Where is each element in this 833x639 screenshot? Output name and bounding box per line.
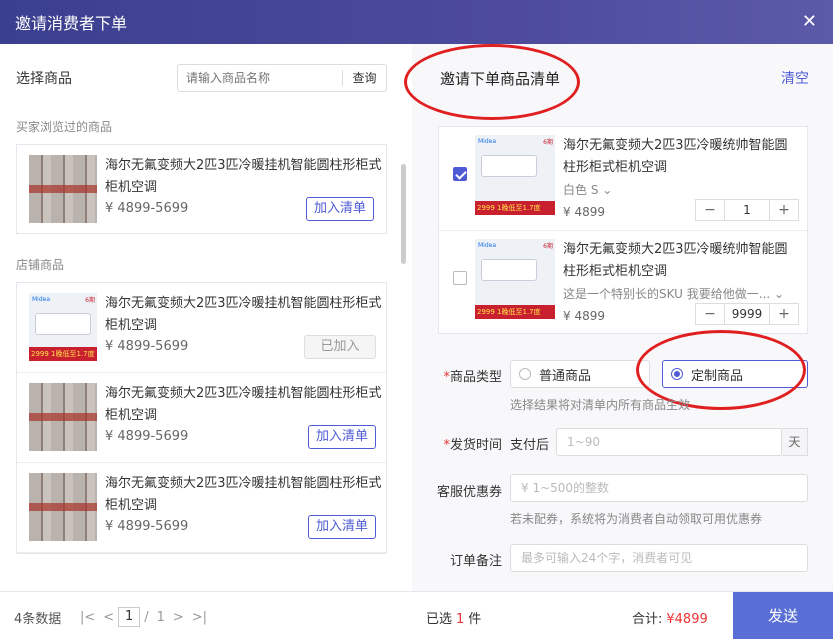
add-to-list-button[interactable]: 加入清单 xyxy=(308,515,376,539)
chevron-down-icon: ⌄ xyxy=(774,287,785,301)
dialog-title: 邀请消费者下单 xyxy=(15,14,128,33)
cart-item-price: ¥ 4899 xyxy=(563,205,605,219)
type-normal-radio[interactable]: 普通商品 xyxy=(510,360,650,388)
selected-count: 已选 1 件 xyxy=(426,612,482,627)
ship-days-input[interactable]: 1~90 xyxy=(556,428,782,456)
type-hint: 选择结果将对清单内所有商品生效 xyxy=(510,398,691,412)
page-total: 1 xyxy=(156,609,165,625)
add-to-list-button[interactable]: 加入清单 xyxy=(308,425,376,449)
browsed-group-label: 买家浏览过的商品 xyxy=(16,120,113,134)
pagination: |< < 1 / 1 > >| xyxy=(76,607,211,627)
product-thumbnail: Midea 6期 2999 1晚低至1.7度 xyxy=(29,293,97,361)
product-thumbnail: Midea 6期 2999 1晚低至1.7度 xyxy=(475,239,555,319)
add-to-list-button[interactable]: 加入清单 xyxy=(306,197,374,221)
invite-list-panel: 邀请下单商品清单 清空 Midea 6期 2999 1晚低至1.7度 海尔无氟变频大… xyxy=(404,44,833,591)
coupon-label: 客服优惠券 xyxy=(436,485,502,500)
ship-unit: 天 xyxy=(782,428,808,456)
browsed-product-card: 海尔无氟变频大2匹3匹冷暖挂机智能圆柱形柜式柜机空调 ¥ 4899-5699 加… xyxy=(16,144,387,234)
increase-button[interactable]: + xyxy=(770,200,798,220)
quantity-stepper: − 9999 + xyxy=(695,303,799,325)
quantity-value[interactable]: 1 xyxy=(724,200,770,220)
last-page-icon[interactable]: >| xyxy=(192,610,207,625)
search-input[interactable] xyxy=(178,65,342,91)
added-button: 已加入 xyxy=(304,335,376,359)
first-page-icon[interactable]: |< xyxy=(80,610,95,625)
select-products-title: 选择商品 xyxy=(16,71,72,87)
prev-page-icon[interactable]: < xyxy=(103,610,114,625)
clear-button[interactable]: 清空 xyxy=(781,68,809,88)
send-button[interactable]: 发送 xyxy=(733,592,833,639)
quantity-stepper: − 1 + xyxy=(695,199,799,221)
sku-select[interactable]: 这是一个特别长的SKU 我要给他做一... ⌄ xyxy=(563,285,799,302)
page-separator: / xyxy=(144,609,149,625)
cart-item-name: 海尔无氟变频大2匹3匹冷暖统帅智能圆柱形柜式柜机空调 xyxy=(563,138,788,175)
type-custom-radio[interactable]: 定制商品 xyxy=(662,360,808,388)
increase-button[interactable]: + xyxy=(770,304,798,324)
product-thumbnail xyxy=(29,155,97,223)
chevron-down-icon: ⌄ xyxy=(602,183,613,197)
product-name: 海尔无氟变频大2匹3匹冷暖挂机智能圆柱形柜式柜机空调 xyxy=(105,476,382,513)
dialog-footer: 4条数据 |< < 1 / 1 > >| 已选 1 件 合计: ¥4899 发送 xyxy=(0,591,833,639)
product-price: ¥ 4899-5699 xyxy=(105,201,189,216)
cart-item: Midea 6期 2999 1晚低至1.7度 海尔无氟变频大2匹3匹冷暖统帅智能圆柱… xyxy=(439,231,807,335)
search-button[interactable]: 查询 xyxy=(342,70,386,86)
scrollbar[interactable] xyxy=(401,164,406,264)
product-type-label: *商品类型 xyxy=(443,370,502,385)
product-search: 查询 xyxy=(177,64,387,92)
decrease-button[interactable]: − xyxy=(696,304,724,324)
invite-list-title: 邀请下单商品清单 xyxy=(440,70,561,88)
dialog-header: 邀请消费者下单 ✕ xyxy=(0,0,833,44)
item-checkbox[interactable] xyxy=(453,167,467,181)
remark-label: 订单备注 xyxy=(449,554,502,569)
record-count: 4条数据 xyxy=(14,612,62,627)
store-product-row: 海尔无氟变频大2匹3匹冷暖挂机智能圆柱形柜式柜机空调 ¥ 4899-5699 加… xyxy=(17,463,386,553)
product-selection-panel: 选择商品 查询 买家浏览过的商品 海尔无氟变频大2匹3匹冷暖挂机智能圆柱形柜式柜… xyxy=(0,44,412,591)
ship-time-label: *发货时间 xyxy=(443,438,502,453)
decrease-button[interactable]: − xyxy=(696,200,724,220)
sku-select[interactable]: 白色 S ⌄ xyxy=(563,181,799,198)
product-name: 海尔无氟变频大2匹3匹冷暖挂机智能圆柱形柜式柜机空调 xyxy=(105,158,382,195)
store-product-row: Midea 6期 2999 1晚低至1.7度 海尔无氟变频大2匹3匹冷暖挂机智能圆柱… xyxy=(17,283,386,373)
cart-item: Midea 6期 2999 1晚低至1.7度 海尔无氟变频大2匹3匹冷暖统帅智能圆柱… xyxy=(439,127,807,231)
store-product-row: 海尔无氟变频大2匹3匹冷暖挂机智能圆柱形柜式柜机空调 ¥ 4899-5699 加… xyxy=(17,373,386,463)
cart-item-name: 海尔无氟变频大2匹3匹冷暖统帅智能圆柱形柜式柜机空调 xyxy=(563,242,788,279)
remark-input[interactable]: 最多可输入24个字，消费者可见 xyxy=(510,544,808,572)
product-name: 海尔无氟变频大2匹3匹冷暖挂机智能圆柱形柜式柜机空调 xyxy=(105,296,382,333)
total-amount: 合计: ¥4899 xyxy=(632,612,708,627)
next-page-icon[interactable]: > xyxy=(173,610,184,625)
store-group-label: 店铺商品 xyxy=(16,258,65,272)
store-product-list: Midea 6期 2999 1晚低至1.7度 海尔无氟变频大2匹3匹冷暖挂机智能圆柱… xyxy=(16,282,387,554)
close-icon[interactable]: ✕ xyxy=(802,11,817,32)
product-thumbnail: Midea 6期 2999 1晚低至1.7度 xyxy=(475,135,555,215)
product-price: ¥ 4899-5699 xyxy=(105,519,189,534)
cart-list: Midea 6期 2999 1晚低至1.7度 海尔无氟变频大2匹3匹冷暖统帅智能圆柱… xyxy=(438,126,808,334)
product-name: 海尔无氟变频大2匹3匹冷暖挂机智能圆柱形柜式柜机空调 xyxy=(105,386,382,423)
ship-prefix: 支付后 xyxy=(510,438,550,453)
item-checkbox[interactable] xyxy=(453,271,467,285)
coupon-input[interactable]: ¥ 1~500的整数 xyxy=(510,474,808,502)
product-thumbnail xyxy=(29,383,97,451)
quantity-value[interactable]: 9999 xyxy=(724,304,770,324)
product-thumbnail xyxy=(29,473,97,541)
coupon-hint: 若未配券，系统将为消费者自动领取可用优惠券 xyxy=(510,512,763,526)
product-price: ¥ 4899-5699 xyxy=(105,429,189,444)
cart-item-price: ¥ 4899 xyxy=(563,309,605,323)
product-price: ¥ 4899-5699 xyxy=(105,339,189,354)
page-input[interactable]: 1 xyxy=(118,607,141,627)
